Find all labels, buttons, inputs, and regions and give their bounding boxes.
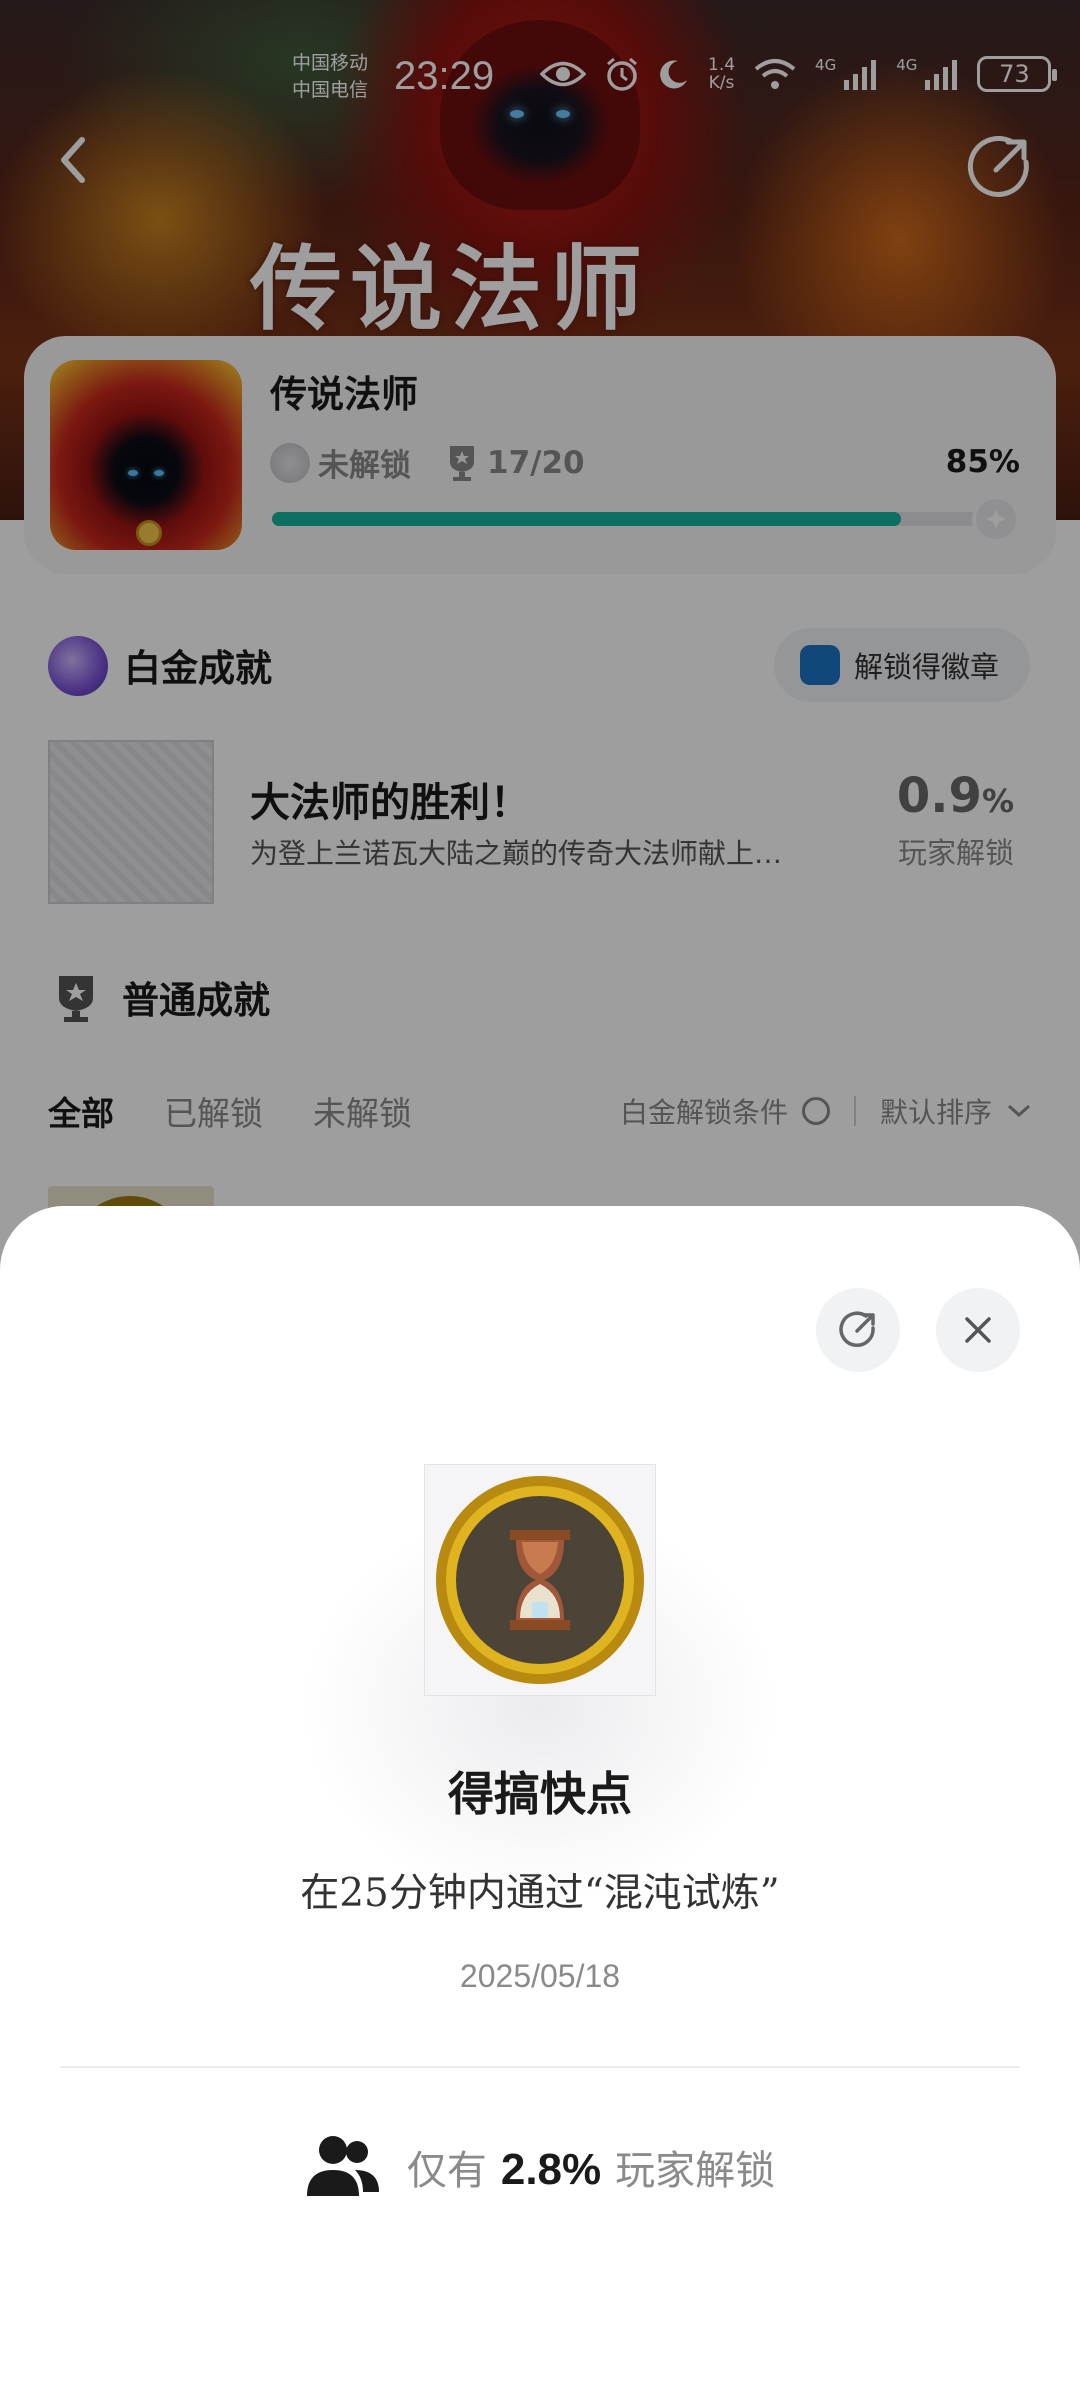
unlock-stat-row: 仅有 2.8% 玩家解锁 (0, 2134, 1080, 2200)
stat-prefix: 仅有 (406, 2148, 487, 2194)
achievement-icon (424, 1464, 656, 1696)
close-icon (965, 1317, 991, 1343)
hourglass-medal-icon (436, 1476, 644, 1684)
sheet-share-button[interactable] (816, 1288, 900, 1372)
unlock-stat-text: 仅有 2.8% 玩家解锁 (407, 2138, 775, 2196)
share-icon (839, 1311, 875, 1348)
achievement-detail-sheet: 得搞快点 在25分钟内通过“混沌试炼” 2025/05/18 仅有 2.8% 玩… (0, 1206, 1080, 2400)
achievement-title: 得搞快点 (448, 1767, 632, 1821)
achievement-description: 在25分钟内通过“混沌试炼” (300, 1871, 780, 1916)
users-icon (306, 2136, 379, 2196)
sheet-divider (60, 2066, 1020, 2068)
stat-suffix: 玩家解锁 (615, 2148, 776, 2194)
stat-value: 2.8% (500, 2145, 602, 2194)
achievement-unlock-date: 2025/05/18 (459, 1958, 621, 1994)
sheet-close-button[interactable] (936, 1288, 1020, 1372)
